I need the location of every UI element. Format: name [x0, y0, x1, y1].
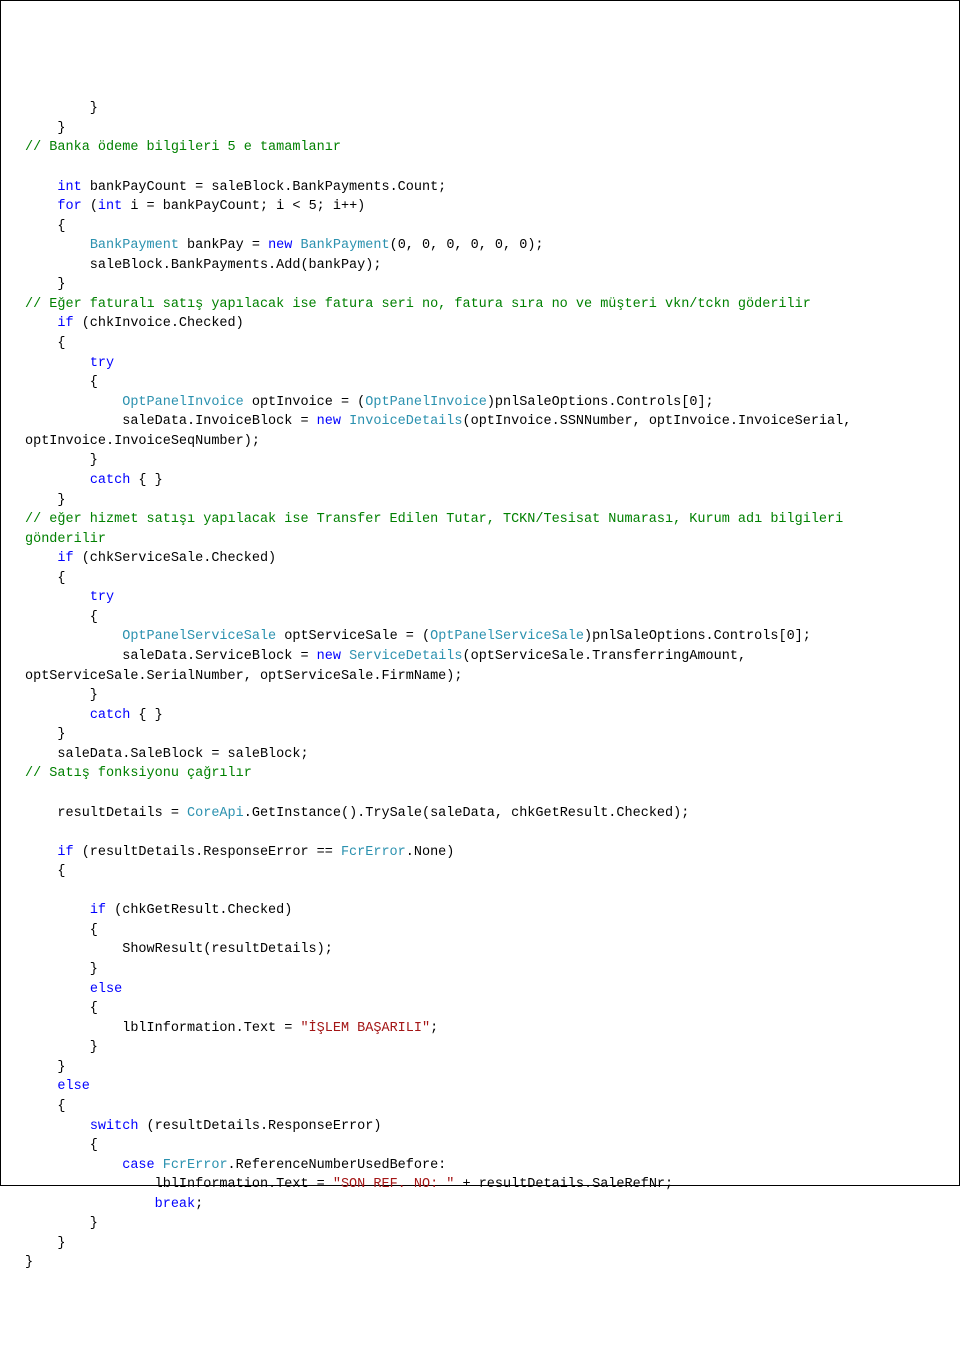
code-line: } — [25, 491, 935, 511]
code-line: } — [25, 1253, 935, 1273]
code-line: lblInformation.Text = "SON REF. NO: " + … — [25, 1175, 935, 1195]
code-line: { — [25, 217, 935, 237]
code-line: ShowResult(resultDetails); — [25, 940, 935, 960]
code-line: } — [25, 1038, 935, 1058]
code-line: { — [25, 569, 935, 589]
code-line: try — [25, 588, 935, 608]
code-line: if (chkServiceSale.Checked) — [25, 549, 935, 569]
code-line: if (chkInvoice.Checked) — [25, 314, 935, 334]
code-line: { — [25, 862, 935, 882]
code-line: } — [25, 451, 935, 471]
code-line: // eğer hizmet satışı yapılacak ise Tran… — [25, 510, 935, 530]
code-line — [25, 882, 935, 902]
code-line: { — [25, 1097, 935, 1117]
code-line — [25, 784, 935, 804]
code-line: catch { } — [25, 471, 935, 491]
code-line: else — [25, 1077, 935, 1097]
code-line: try — [25, 354, 935, 374]
code-line: OptPanelInvoice optInvoice = (OptPanelIn… — [25, 393, 935, 413]
code-line: optServiceSale.SerialNumber, optServiceS… — [25, 667, 935, 687]
code-line: saleBlock.BankPayments.Add(bankPay); — [25, 256, 935, 276]
code-line: } — [25, 686, 935, 706]
code-line: else — [25, 980, 935, 1000]
code-line: saleData.InvoiceBlock = new InvoiceDetai… — [25, 412, 935, 432]
code-line: } — [25, 960, 935, 980]
code-line: } — [25, 1234, 935, 1254]
code-block: } }// Banka ödeme bilgileri 5 e tamamlan… — [25, 99, 935, 1273]
code-line: // Eğer faturalı satış yapılacak ise fat… — [25, 295, 935, 315]
code-line: { — [25, 334, 935, 354]
code-line: int bankPayCount = saleBlock.BankPayment… — [25, 178, 935, 198]
code-line: { — [25, 999, 935, 1019]
code-line: { — [25, 608, 935, 628]
code-line: { — [25, 1136, 935, 1156]
code-line: } — [25, 99, 935, 119]
code-line: switch (resultDetails.ResponseError) — [25, 1117, 935, 1137]
code-line: break; — [25, 1195, 935, 1215]
code-line: // Satış fonksiyonu çağrılır — [25, 764, 935, 784]
code-line: { — [25, 373, 935, 393]
code-line: lblInformation.Text = "İŞLEM BAŞARILI"; — [25, 1019, 935, 1039]
code-line: for (int i = bankPayCount; i < 5; i++) — [25, 197, 935, 217]
code-line: BankPayment bankPay = new BankPayment(0,… — [25, 236, 935, 256]
code-line: OptPanelServiceSale optServiceSale = (Op… — [25, 627, 935, 647]
code-line: saleData.ServiceBlock = new ServiceDetai… — [25, 647, 935, 667]
code-line: { — [25, 921, 935, 941]
code-line: optInvoice.InvoiceSeqNumber); — [25, 432, 935, 452]
code-line: } — [25, 275, 935, 295]
code-line: resultDetails = CoreApi.GetInstance().Tr… — [25, 804, 935, 824]
code-line: } — [25, 725, 935, 745]
code-line: } — [25, 1214, 935, 1234]
code-line: case FcrError.ReferenceNumberUsedBefore: — [25, 1156, 935, 1176]
code-line: } — [25, 1058, 935, 1078]
code-line: // Banka ödeme bilgileri 5 e tamamlanır — [25, 138, 935, 158]
code-line: } — [25, 119, 935, 139]
code-line: gönderilir — [25, 530, 935, 550]
code-line: if (chkGetResult.Checked) — [25, 901, 935, 921]
code-line — [25, 158, 935, 178]
code-line — [25, 823, 935, 843]
code-line: saleData.SaleBlock = saleBlock; — [25, 745, 935, 765]
code-line: catch { } — [25, 706, 935, 726]
code-line: if (resultDetails.ResponseError == FcrEr… — [25, 843, 935, 863]
